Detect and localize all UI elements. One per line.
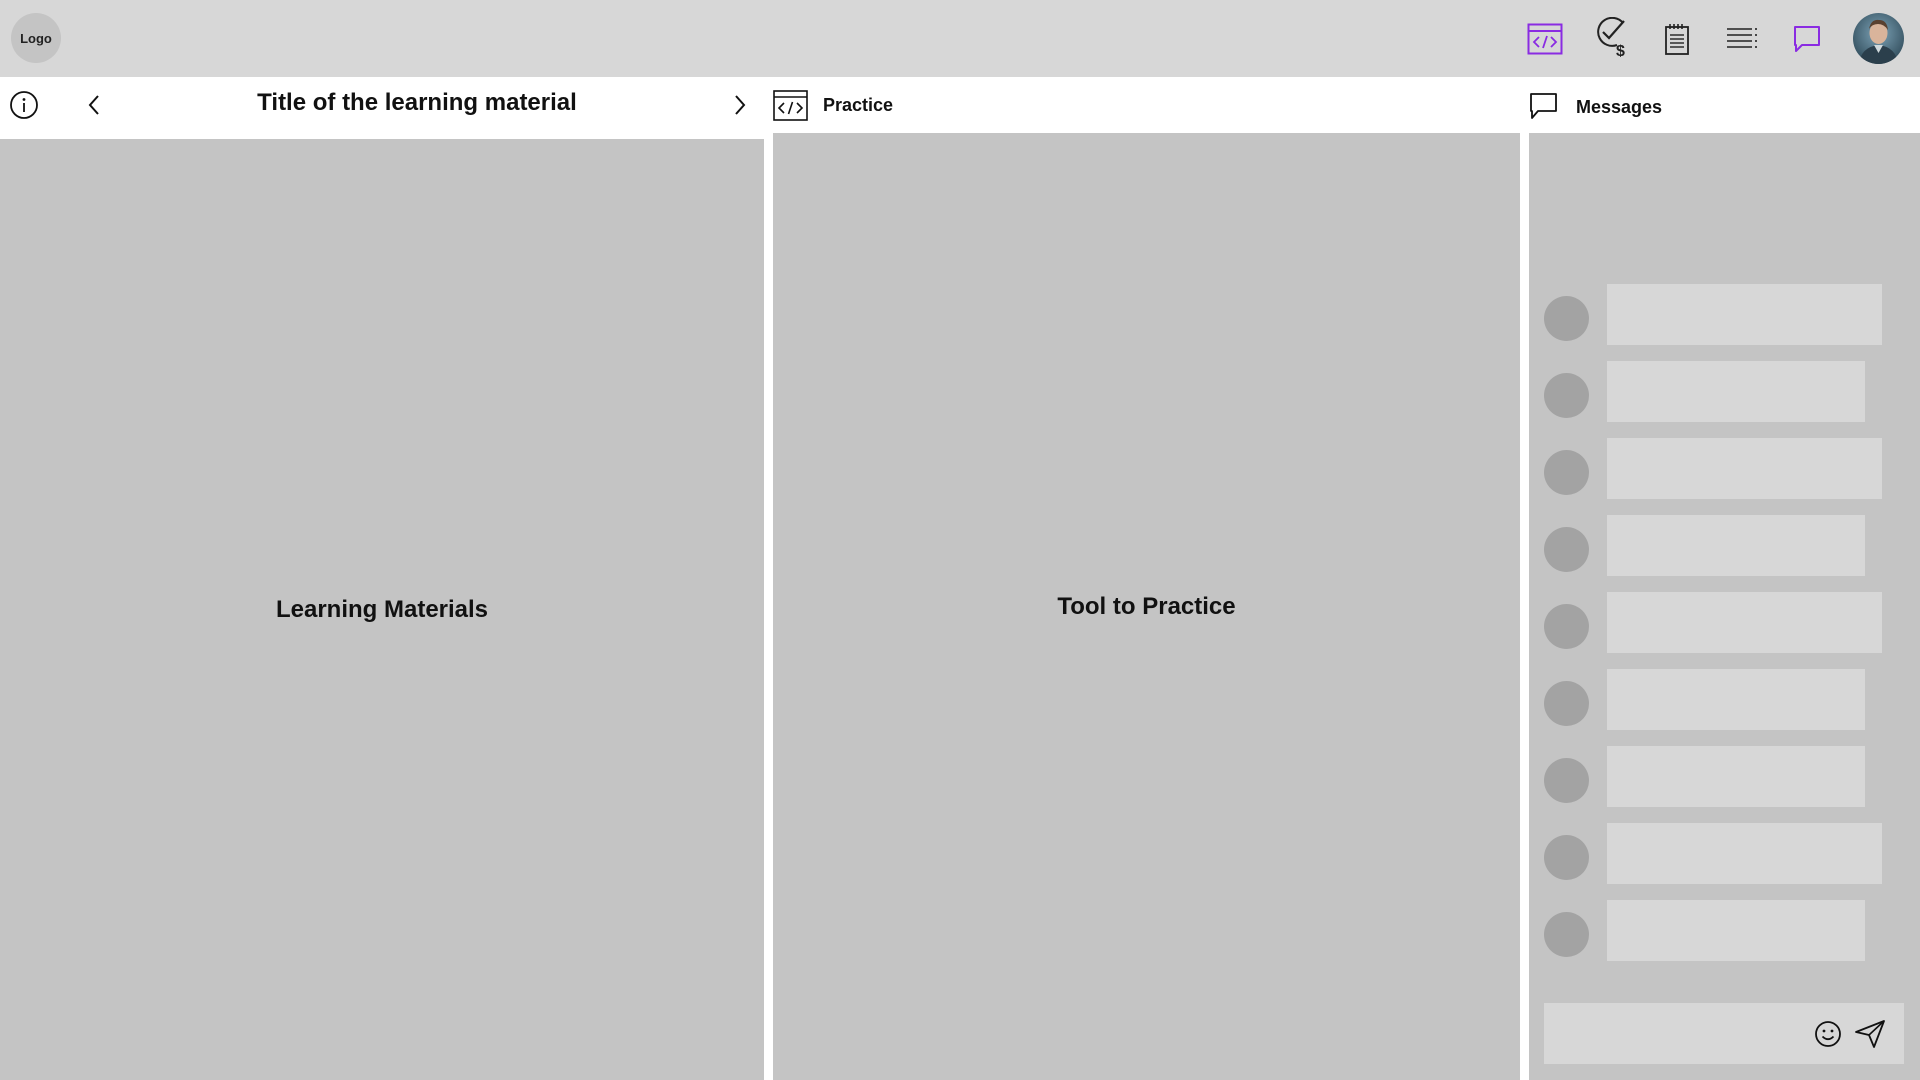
code-editor-icon — [773, 89, 808, 121]
message-avatar — [1544, 912, 1589, 957]
learning-materials-label: Learning Materials — [275, 595, 489, 623]
message-item[interactable] — [1544, 746, 1884, 807]
message-bubble — [1607, 361, 1865, 422]
message-bubble — [1607, 900, 1865, 961]
messages-header: Messages — [1529, 77, 1920, 135]
emoji-icon[interactable] — [1814, 1020, 1842, 1048]
message-item[interactable] — [1544, 823, 1884, 884]
top-bar: Logo $ — [0, 0, 1920, 77]
message-item[interactable] — [1544, 669, 1884, 730]
code-editor-icon[interactable] — [1526, 20, 1564, 58]
list-icon[interactable] — [1723, 20, 1761, 58]
message-bubble — [1607, 592, 1882, 653]
logo-label: Logo — [20, 30, 52, 46]
chat-icon — [1529, 91, 1559, 121]
message-avatar — [1544, 604, 1589, 649]
message-avatar — [1544, 373, 1589, 418]
message-bubble — [1607, 823, 1882, 884]
learning-header: Title of the learning material — [0, 77, 764, 135]
user-avatar[interactable] — [1853, 13, 1904, 64]
message-avatar — [1544, 758, 1589, 803]
messages-header-label: Messages — [1576, 97, 1663, 117]
svg-text:$: $ — [1616, 43, 1625, 57]
practice-header-label: Practice — [823, 95, 894, 115]
chevron-right-icon[interactable] — [728, 91, 752, 119]
send-icon[interactable] — [1854, 1018, 1886, 1050]
message-input[interactable] — [1544, 1003, 1904, 1064]
practice-tool-panel[interactable]: Tool to Practice — [773, 133, 1520, 1080]
learning-material-title: Title of the learning material — [257, 89, 577, 116]
message-avatar — [1544, 835, 1589, 880]
message-item[interactable] — [1544, 515, 1884, 576]
message-bubble — [1607, 669, 1865, 730]
practice-tool-label: Tool to Practice — [1057, 592, 1236, 620]
practice-header: Practice — [773, 77, 1520, 135]
message-bubble — [1607, 515, 1865, 576]
notepad-icon[interactable] — [1658, 20, 1696, 58]
message-bubble — [1607, 746, 1865, 807]
verified-payment-icon[interactable]: $ — [1593, 17, 1631, 57]
message-avatar — [1544, 681, 1589, 726]
message-item[interactable] — [1544, 438, 1884, 499]
message-item[interactable] — [1544, 361, 1884, 422]
message-bubble — [1607, 284, 1882, 345]
message-avatar — [1544, 450, 1589, 495]
message-avatar — [1544, 527, 1589, 572]
message-item[interactable] — [1544, 592, 1884, 653]
message-item[interactable] — [1544, 284, 1884, 345]
learning-materials-panel: Learning Materials — [0, 139, 764, 1080]
message-avatar — [1544, 296, 1589, 341]
chat-icon[interactable] — [1788, 20, 1826, 58]
logo[interactable]: Logo — [11, 13, 61, 63]
message-bubble — [1607, 438, 1882, 499]
message-item[interactable] — [1544, 900, 1884, 961]
